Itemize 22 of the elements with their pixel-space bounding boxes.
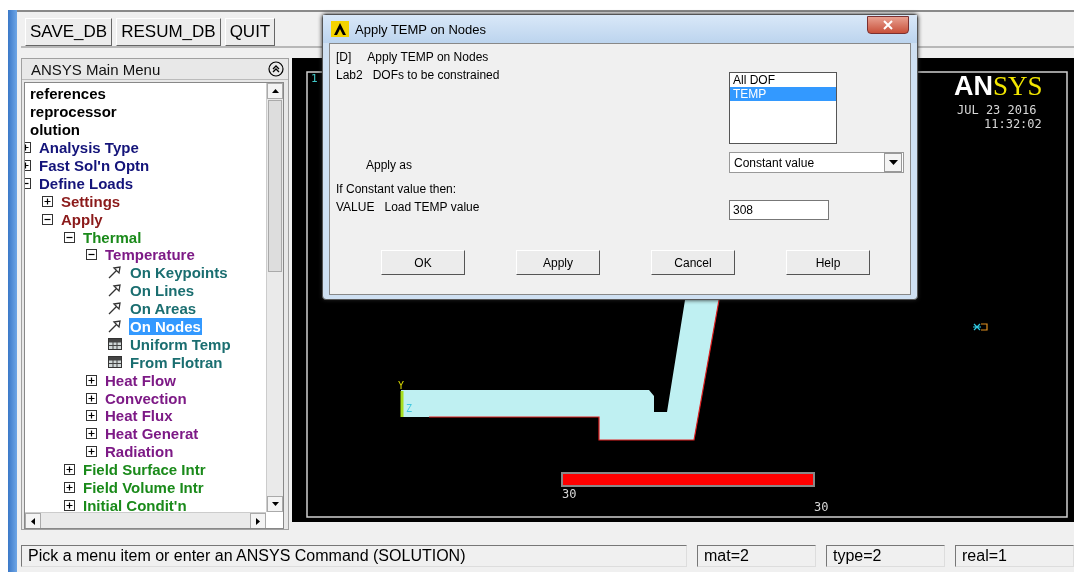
dialog-title: Apply TEMP on Nodes <box>355 21 487 37</box>
field-label: Load TEMP value <box>384 200 480 216</box>
date-label: JUL 23 2016 <box>957 103 1037 117</box>
legend-label: 30 <box>814 500 829 514</box>
parameter-code: VALUE <box>336 200 375 216</box>
status-field: real=1 <box>955 545 1074 567</box>
axis-label: Y <box>398 380 405 391</box>
axis-label: Z <box>406 403 413 414</box>
legend-label: 30 <box>562 487 577 501</box>
ansys-logo: ANSYS <box>954 71 1043 101</box>
status-field: type=2 <box>826 545 945 567</box>
field-label: DOFs to be constrained <box>372 68 500 84</box>
note-text: If Constant value then: <box>336 181 458 198</box>
field-label: Apply as <box>365 157 414 174</box>
prompt-field: Pick a menu item or enter an ANSYS Command (SOLUTION) <box>21 545 687 567</box>
dialog-heading: Apply TEMP on Nodes <box>367 50 489 64</box>
menu-title: ANSYS Main Menu <box>31 60 161 78</box>
window-number: 1 <box>311 72 318 85</box>
time-label: 11:32:02 <box>984 117 1042 131</box>
parameter-code: Lab2 <box>336 68 363 84</box>
parameter-code: [D] <box>336 50 352 64</box>
status-field: mat=2 <box>697 545 816 567</box>
